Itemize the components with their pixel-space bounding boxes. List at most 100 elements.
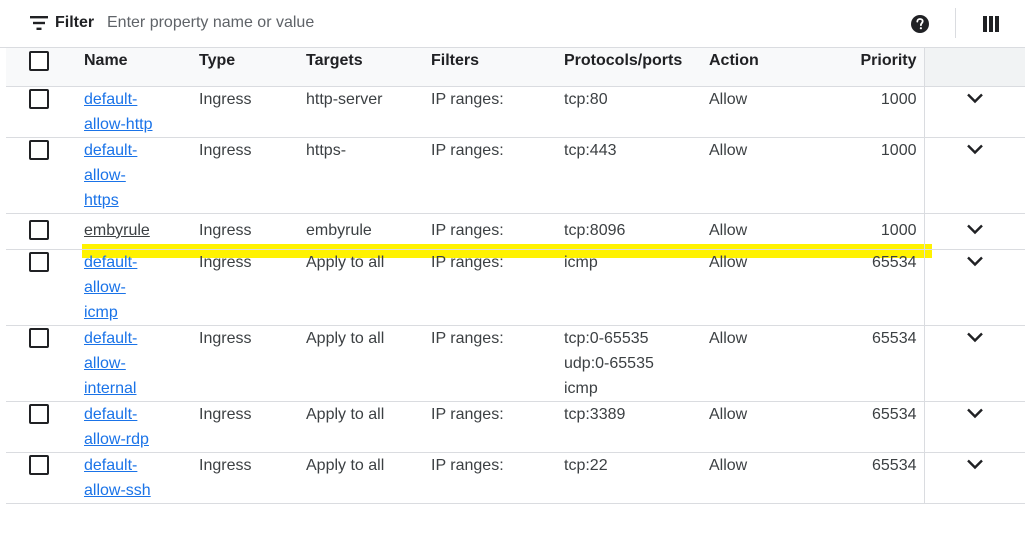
protocol-port: icmp	[564, 253, 598, 271]
protocol-port: tcp:80	[564, 90, 608, 108]
rule-priority: 1000	[799, 137, 924, 214]
rule-name-link[interactable]: default-	[84, 402, 156, 427]
rule-filters: IP ranges:	[431, 452, 564, 504]
rule-name-cell: default-allow-http	[84, 86, 199, 138]
rule-name-link[interactable]: default-	[84, 453, 156, 478]
rule-action: Allow	[709, 137, 799, 214]
filter-icon[interactable]	[30, 16, 48, 30]
expand-cell	[923, 137, 1025, 214]
help-icon[interactable]	[910, 14, 930, 34]
row-select-cell	[6, 401, 84, 453]
rule-name-link[interactable]: allow-	[84, 351, 156, 376]
chevron-down-icon[interactable]	[965, 327, 985, 347]
row-select-cell	[6, 86, 84, 138]
rule-action: Allow	[709, 452, 799, 504]
table-row: default-allow-icmp Ingress Apply to all IP …	[6, 249, 1025, 326]
rule-type: Ingress	[199, 452, 306, 504]
rule-name-link[interactable]: allow-http	[84, 112, 156, 137]
rule-action: Allow	[709, 325, 799, 402]
rule-type: Ingress	[199, 86, 306, 138]
protocol-port: tcp:443	[564, 141, 617, 159]
rule-protocols-cell: tcp:8096	[564, 213, 709, 250]
header-expand	[923, 48, 1025, 87]
header-filters[interactable]: Filters	[431, 48, 564, 87]
rule-name-link[interactable]: embyrule	[84, 218, 156, 243]
table-row: default-allow-internal Ingress Apply to al…	[6, 325, 1025, 402]
rule-filters: IP ranges:	[431, 249, 564, 326]
table-row: default-allow-https Ingress https- IP range…	[6, 137, 1025, 214]
rule-action: Allow	[709, 401, 799, 453]
firewall-rules-table: Name Type Targets Filters Protocols/port…	[6, 48, 1025, 504]
expand-cell	[923, 86, 1025, 138]
rule-name-link[interactable]: allow-ssh	[84, 478, 156, 503]
row-checkbox[interactable]	[29, 454, 49, 475]
rule-name-link[interactable]: icmp	[84, 300, 156, 325]
header-priority[interactable]: Priority	[799, 48, 924, 87]
chevron-down-icon[interactable]	[965, 88, 985, 108]
protocol-port: tcp:3389	[564, 405, 626, 423]
rule-type: Ingress	[199, 401, 306, 453]
rule-targets: https-	[306, 137, 431, 214]
rule-type: Ingress	[199, 249, 306, 326]
rule-name-link[interactable]: default-	[84, 326, 156, 351]
rule-name-link[interactable]: allow-rdp	[84, 427, 156, 452]
row-select-cell	[6, 249, 84, 326]
rule-targets: Apply to all	[306, 452, 431, 504]
columns-icon[interactable]	[983, 16, 999, 32]
row-checkbox[interactable]	[29, 251, 49, 272]
rule-name-link[interactable]: allow-	[84, 163, 156, 188]
rule-priority: 65534	[799, 401, 924, 453]
filter-label[interactable]: Filter	[55, 14, 94, 32]
rule-targets: http-server	[306, 86, 431, 138]
expand-cell	[923, 401, 1025, 453]
chevron-down-icon[interactable]	[965, 139, 985, 159]
rule-action: Allow	[709, 249, 799, 326]
rule-type: Ingress	[199, 137, 306, 214]
table-row: default-allow-ssh Ingress Apply to all IP r…	[6, 452, 1025, 504]
rule-name-link[interactable]: default-	[84, 87, 156, 112]
rule-name-cell: default-allow-ssh	[84, 452, 199, 504]
rule-protocols-cell: tcp:443	[564, 137, 709, 214]
rule-targets: Apply to all	[306, 249, 431, 326]
select-all-checkbox[interactable]	[29, 51, 49, 71]
header-targets[interactable]: Targets	[306, 48, 431, 87]
filter-input[interactable]	[107, 11, 667, 35]
table-header: Name Type Targets Filters Protocols/port…	[6, 48, 1025, 87]
protocol-port: icmp	[564, 379, 598, 397]
header-protocols[interactable]: Protocols/ports	[564, 48, 709, 87]
table-row: default-allow-rdp Ingress Apply to all IP r…	[6, 401, 1025, 453]
expand-cell	[923, 249, 1025, 326]
filter-toolbar: Filter	[0, 0, 1025, 48]
rule-name-link[interactable]: default-	[84, 138, 156, 163]
rule-name-link[interactable]: internal	[84, 376, 156, 401]
rule-name-cell: embyrule	[84, 213, 199, 250]
row-checkbox[interactable]	[29, 327, 49, 348]
row-checkbox[interactable]	[29, 403, 49, 424]
expand-cell	[923, 325, 1025, 402]
protocol-port: udp:0-65535	[564, 354, 654, 372]
row-select-cell	[6, 137, 84, 214]
chevron-down-icon[interactable]	[965, 219, 985, 239]
select-all-cell	[6, 48, 84, 87]
rule-protocols-cell: tcp:80	[564, 86, 709, 138]
rule-name-link[interactable]: allow-	[84, 275, 156, 300]
rule-name-link[interactable]: https	[84, 188, 156, 213]
rule-name-link[interactable]: default-	[84, 250, 156, 275]
rule-type: Ingress	[199, 325, 306, 402]
expand-cell	[923, 213, 1025, 250]
chevron-down-icon[interactable]	[965, 403, 985, 423]
row-checkbox[interactable]	[29, 88, 49, 109]
row-checkbox[interactable]	[29, 219, 49, 240]
header-name[interactable]: Name	[84, 48, 199, 87]
rule-type: Ingress	[199, 213, 306, 250]
chevron-down-icon[interactable]	[965, 251, 985, 271]
chevron-down-icon[interactable]	[965, 454, 985, 474]
rule-priority: 1000	[799, 86, 924, 138]
row-checkbox[interactable]	[29, 139, 49, 160]
header-type[interactable]: Type	[199, 48, 306, 87]
rule-protocols-cell: tcp:0-65535 udp:0-65535 icmp	[564, 325, 709, 402]
header-action[interactable]: Action	[709, 48, 799, 87]
rule-targets: embyrule	[306, 213, 431, 250]
rule-action: Allow	[709, 213, 799, 250]
rule-priority: 65534	[799, 325, 924, 402]
